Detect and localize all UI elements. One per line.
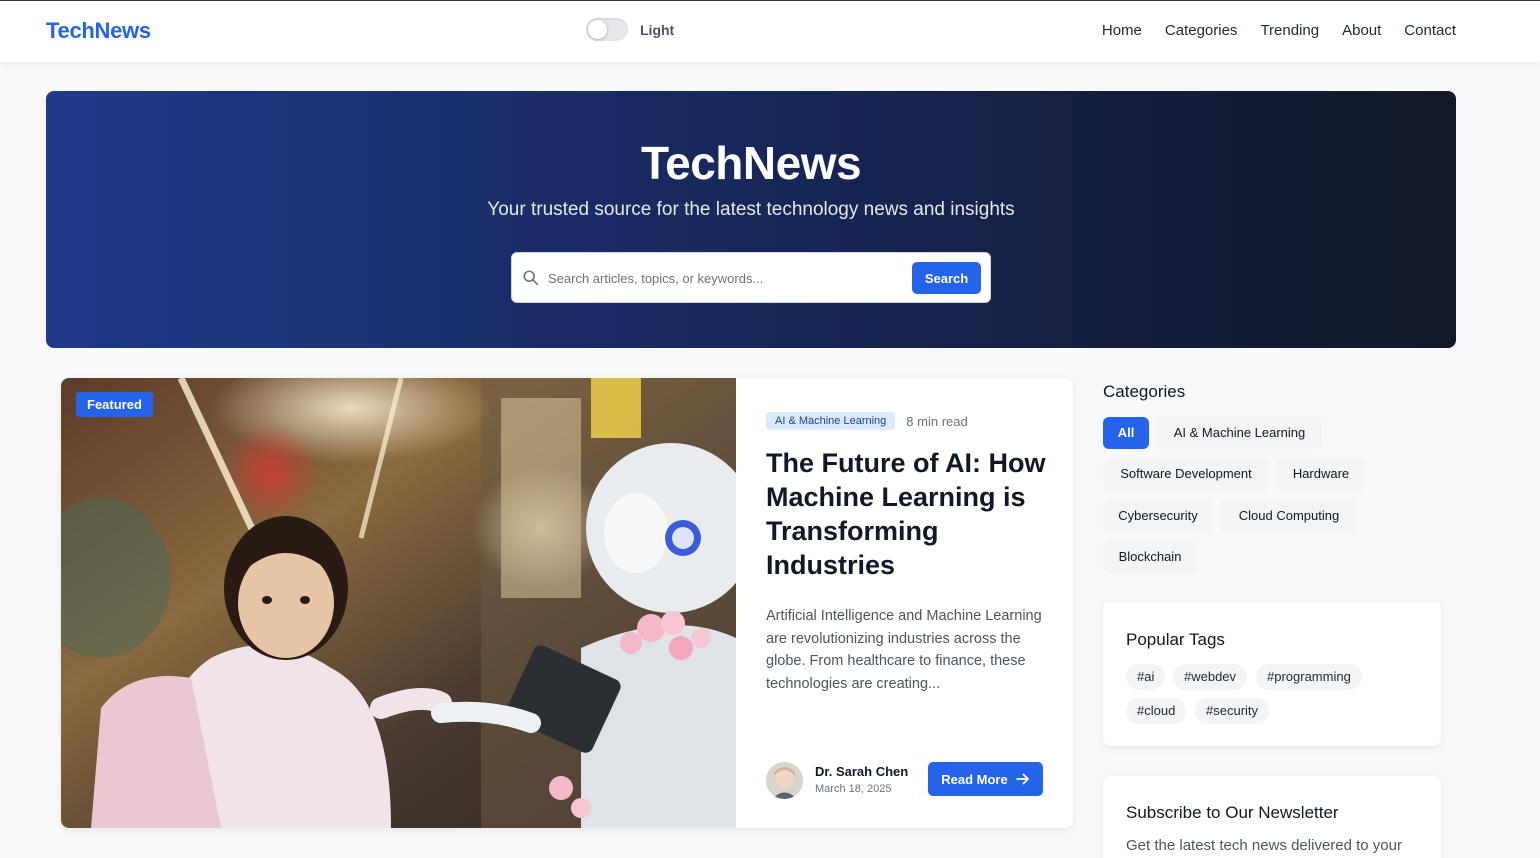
nav-link-contact[interactable]: Contact bbox=[1404, 22, 1456, 39]
arrow-right-icon bbox=[1015, 773, 1029, 785]
category-chip-software-dev[interactable]: Software Development bbox=[1103, 458, 1269, 490]
read-more-label: Read More bbox=[941, 771, 1008, 787]
article-body: AI & Machine Learning 8 min read The Fut… bbox=[766, 412, 1046, 695]
tag-ai[interactable]: #ai bbox=[1126, 664, 1166, 690]
category-chip-cloud-computing[interactable]: Cloud Computing bbox=[1221, 500, 1357, 532]
hero-banner: TechNews Your trusted source for the lat… bbox=[46, 91, 1456, 348]
brand-logo[interactable]: TechNews bbox=[46, 18, 151, 44]
categories-heading: Categories bbox=[1103, 382, 1186, 401]
nav-link-about[interactable]: About bbox=[1342, 22, 1381, 39]
tag-programming[interactable]: #programming bbox=[1256, 664, 1362, 690]
search-box: Search bbox=[511, 252, 991, 303]
theme-label: Light bbox=[640, 21, 675, 38]
tag-webdev[interactable]: #webdev bbox=[1173, 664, 1248, 690]
author-name: Dr. Sarah Chen bbox=[815, 764, 909, 779]
search-input[interactable] bbox=[548, 263, 908, 293]
category-badge[interactable]: AI & Machine Learning bbox=[766, 412, 896, 430]
newsletter-heading: Subscribe to Our Newsletter bbox=[1126, 803, 1339, 822]
category-chip-blockchain[interactable]: Blockchain bbox=[1103, 541, 1197, 573]
top-navbar: TechNews Light Home Categories Trending … bbox=[0, 0, 1540, 62]
search-icon bbox=[523, 270, 539, 286]
featured-badge: Featured bbox=[76, 392, 153, 417]
nav-link-categories[interactable]: Categories bbox=[1165, 22, 1238, 39]
category-chip-all[interactable]: All bbox=[1103, 417, 1149, 449]
article-footer: Dr. Sarah Chen March 18, 2025 Read More bbox=[766, 761, 1043, 799]
publish-date: March 18, 2025 bbox=[815, 783, 892, 795]
read-more-button[interactable]: Read More bbox=[928, 762, 1043, 796]
nav-link-trending[interactable]: Trending bbox=[1260, 22, 1319, 39]
nav-links: Home Categories Trending About Contact bbox=[1102, 22, 1456, 39]
hero-subtitle: Your trusted source for the latest techn… bbox=[487, 199, 1015, 220]
search-button[interactable]: Search bbox=[912, 262, 981, 294]
featured-article-card[interactable]: Featured AI & Machine Learning 8 min rea… bbox=[61, 378, 1073, 828]
newsletter-panel: Subscribe to Our Newsletter Get the late… bbox=[1103, 776, 1441, 858]
theme-toggle[interactable]: Light bbox=[586, 18, 674, 41]
category-chip-ai-ml[interactable]: AI & Machine Learning bbox=[1157, 417, 1322, 449]
featured-image[interactable]: Featured bbox=[61, 378, 736, 828]
hero-title: TechNews bbox=[640, 137, 862, 189]
popular-tags-panel: Popular Tags #ai #webdev #programming #c… bbox=[1103, 603, 1441, 746]
newsletter-description: Get the latest tech news delivered to yo… bbox=[1126, 837, 1402, 854]
category-chip-hardware[interactable]: Hardware bbox=[1277, 458, 1365, 490]
article-meta: AI & Machine Learning 8 min read bbox=[766, 412, 1046, 430]
girl-and-robot-photo bbox=[61, 378, 736, 828]
popular-tags-heading: Popular Tags bbox=[1126, 630, 1225, 649]
tag-security[interactable]: #security bbox=[1195, 698, 1270, 724]
toggle-knob bbox=[588, 20, 607, 39]
nav-link-home[interactable]: Home bbox=[1102, 22, 1142, 39]
category-chip-cybersecurity[interactable]: Cybersecurity bbox=[1103, 500, 1213, 532]
read-time: 8 min read bbox=[906, 413, 968, 429]
tag-cloud[interactable]: #cloud bbox=[1126, 698, 1187, 724]
toggle-track[interactable] bbox=[586, 18, 628, 41]
article-title[interactable]: The Future of AI: How Machine Learning i… bbox=[766, 446, 1046, 582]
article-excerpt: Artificial Intelligence and Machine Lear… bbox=[766, 608, 1042, 692]
author-avatar bbox=[766, 762, 803, 799]
